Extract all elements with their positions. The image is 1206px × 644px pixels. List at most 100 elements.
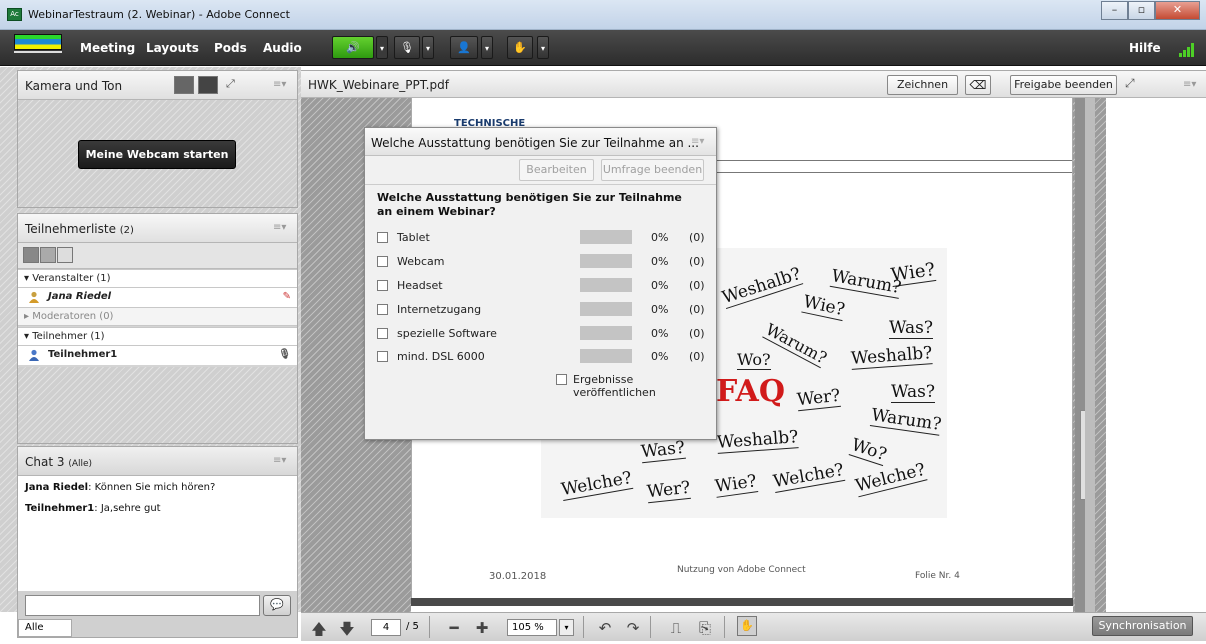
- host-user-icon: [29, 291, 39, 303]
- raise-hand-button[interactable]: ✋: [507, 36, 533, 59]
- eraser-icon: ⌫: [969, 78, 987, 92]
- option-checkbox[interactable]: [377, 232, 388, 243]
- slide-word: Wer?: [796, 385, 842, 412]
- pod-menu-icon[interactable]: ≡▾: [273, 222, 286, 233]
- status-dropdown[interactable]: ▾: [537, 36, 549, 59]
- window-titlebar: Ac WebinarTestraum (2. Webinar) - Adobe …: [0, 0, 1206, 30]
- result-bar: [580, 302, 632, 316]
- synchronize-button[interactable]: Synchronisation: [1092, 616, 1193, 636]
- slide-word: Warum?: [869, 405, 943, 436]
- send-message-button[interactable]: 💬: [263, 595, 291, 616]
- attendee-count: (2): [119, 225, 134, 236]
- page-number-input[interactable]: 4: [371, 619, 401, 636]
- stop-sharing-button[interactable]: Freigabe beenden: [1010, 75, 1117, 95]
- option-checkbox[interactable]: [377, 280, 388, 291]
- end-poll-button[interactable]: Umfrage beenden: [601, 159, 704, 181]
- option-checkbox[interactable]: [377, 256, 388, 267]
- poll-question: Welche Ausstattung benötigen Sie zur Tei…: [377, 191, 682, 218]
- minimize-button[interactable]: –: [1101, 1, 1128, 20]
- speaker-button[interactable]: 🔊: [332, 36, 374, 59]
- poll-option[interactable]: Webcam 0% (0): [377, 254, 707, 272]
- chat-message-input[interactable]: [25, 595, 260, 616]
- rotate-left-icon[interactable]: ↶: [596, 619, 614, 637]
- chevron-down-icon[interactable]: ▾: [559, 619, 574, 636]
- fullscreen-icon[interactable]: [40, 247, 56, 263]
- category-moderators[interactable]: ▸ Moderatoren (0): [18, 307, 297, 326]
- menu-pods[interactable]: Pods: [214, 41, 247, 55]
- microphone-icon: 🎙: [278, 349, 291, 360]
- menu-help[interactable]: Hilfe: [1129, 41, 1161, 55]
- slide-word: Welche?: [771, 459, 846, 494]
- hand-tool-icon[interactable]: ✋: [737, 616, 757, 636]
- speech-bubble-icon: 💬: [270, 598, 284, 611]
- attendee-host[interactable]: Jana Riedel ✎: [18, 288, 297, 307]
- poll-option[interactable]: spezielle Software 0% (0): [377, 326, 707, 344]
- fit-page-icon[interactable]: ⎘: [696, 619, 714, 637]
- zoom-out-icon[interactable]: ━: [445, 619, 463, 637]
- chat-pod-title: Chat 3: [25, 455, 65, 469]
- webcam-button[interactable]: 👤: [450, 36, 478, 59]
- fullscreen-icon[interactable]: ⤢: [1125, 76, 1135, 91]
- list-view-icon[interactable]: [23, 247, 39, 263]
- pod-menu-icon[interactable]: ≡▾: [1183, 79, 1196, 90]
- slide-footer-date: 30.01.2018: [489, 571, 547, 582]
- single-layout-icon[interactable]: [198, 76, 218, 94]
- maximize-button[interactable]: ▫: [1128, 1, 1155, 20]
- connection-logo: [14, 34, 62, 50]
- publish-results-checkbox[interactable]: [556, 374, 567, 385]
- menu-layouts[interactable]: Layouts: [146, 41, 199, 55]
- chat-scope: (Alle): [68, 459, 93, 469]
- attendee-participant[interactable]: Teilnehmer1 🎙: [18, 346, 297, 365]
- microphone-icon: 🎙: [400, 41, 414, 54]
- share-pod-header: HWK_Webinare_PPT.pdf Zeichnen ⌫ Freigabe…: [301, 70, 1206, 98]
- main-menubar: Meeting Layouts Pods Audio 🔊 ▾ 🎙 ▾ 👤 ▾ ✋…: [0, 30, 1206, 66]
- poll-option[interactable]: Headset 0% (0): [377, 278, 707, 296]
- next-page-icon[interactable]: 🡇: [338, 619, 356, 644]
- zoom-in-icon[interactable]: ✚: [473, 619, 491, 637]
- fit-width-icon[interactable]: ⎍: [667, 619, 685, 637]
- poll-pod: Welche Ausstattung benötigen Sie zur Tei…: [364, 127, 717, 440]
- menu-meeting[interactable]: Meeting: [80, 41, 135, 55]
- draw-button[interactable]: Zeichnen: [887, 75, 958, 95]
- speaker-dropdown[interactable]: ▾: [376, 36, 388, 59]
- chat-recipient-select[interactable]: Alle: [18, 619, 72, 637]
- result-bar: [580, 254, 632, 268]
- rotate-right-icon[interactable]: ↷: [624, 619, 642, 637]
- poll-option[interactable]: Tablet 0% (0): [377, 230, 707, 248]
- user-status-icon[interactable]: [57, 247, 73, 263]
- webcam-dropdown[interactable]: ▾: [481, 36, 493, 59]
- edit-poll-button[interactable]: Bearbeiten: [519, 159, 594, 181]
- slide-word: Was?: [889, 318, 933, 339]
- slide-word: Wo?: [848, 435, 890, 466]
- category-participants[interactable]: ▾ Teilnehmer (1): [18, 327, 297, 346]
- zoom-select[interactable]: 105 %: [507, 619, 557, 636]
- category-hosts[interactable]: ▾ Veranstalter (1): [18, 269, 297, 288]
- grid-layout-icon[interactable]: [174, 76, 194, 94]
- pointer-button[interactable]: ⌫: [965, 75, 991, 95]
- result-bar: [580, 230, 632, 244]
- pod-menu-icon[interactable]: ≡▾: [273, 79, 286, 90]
- close-button[interactable]: ✕: [1155, 1, 1200, 20]
- connection-signal-icon: [1179, 42, 1196, 57]
- pod-menu-icon[interactable]: ≡▾: [691, 136, 704, 147]
- share-filename: HWK_Webinare_PPT.pdf: [308, 78, 449, 92]
- option-checkbox[interactable]: [377, 328, 388, 339]
- previous-page-icon[interactable]: 🡅: [310, 619, 328, 644]
- start-webcam-button[interactable]: Meine Webcam starten: [78, 140, 236, 169]
- poll-option[interactable]: mind. DSL 6000 0% (0): [377, 349, 707, 367]
- option-checkbox[interactable]: [377, 351, 388, 362]
- microphone-dropdown[interactable]: ▾: [422, 36, 434, 59]
- result-bar: [580, 326, 632, 340]
- poll-option[interactable]: Internetzugang 0% (0): [377, 302, 707, 320]
- fullscreen-icon[interactable]: ⤢: [226, 77, 235, 91]
- menu-audio[interactable]: Audio: [263, 41, 302, 55]
- microphone-button[interactable]: 🎙: [394, 36, 420, 59]
- pod-menu-icon[interactable]: ≡▾: [273, 455, 286, 466]
- speaker-icon: 🔊: [346, 41, 360, 54]
- app-icon: Ac: [7, 8, 22, 21]
- slide-word: Welche?: [559, 467, 634, 502]
- slide-word: Weshalb?: [719, 263, 804, 310]
- option-checkbox[interactable]: [377, 304, 388, 315]
- attendee-pod-title: Teilnehmerliste: [25, 222, 116, 236]
- slide-footer-title: Nutzung von Adobe Connect: [677, 565, 806, 575]
